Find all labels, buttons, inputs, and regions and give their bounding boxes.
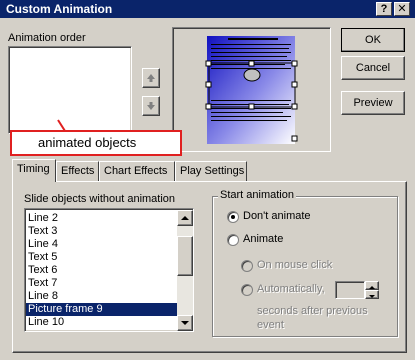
spin-up-button[interactable] bbox=[365, 281, 379, 290]
dont-animate-radio[interactable] bbox=[227, 211, 239, 223]
callout-text: animated objects bbox=[38, 135, 137, 150]
slide-objects-items: Line 2 Text 3 Line 4 Text 5 Text 6 Text 7 Line… bbox=[26, 212, 177, 329]
dont-animate-label: Don't animate bbox=[243, 210, 311, 222]
tab-chart-effects-label: Chart Effects bbox=[104, 165, 168, 177]
list-item[interactable]: Text 6 bbox=[26, 264, 177, 277]
animate-label: Animate bbox=[243, 233, 284, 245]
help-icon: ? bbox=[380, 3, 388, 15]
list-item[interactable]: Line 4 bbox=[26, 238, 177, 251]
arrow-down-icon bbox=[147, 102, 155, 110]
preview-label: Preview bbox=[353, 97, 393, 109]
list-item[interactable]: Line 10 bbox=[26, 316, 177, 329]
move-up-button[interactable] bbox=[142, 68, 160, 88]
scroll-thumb[interactable] bbox=[177, 236, 193, 276]
scroll-up-button[interactable] bbox=[177, 210, 193, 226]
tab-timing-label: Timing bbox=[17, 163, 50, 175]
tab-play-settings-label: Play Settings bbox=[180, 165, 245, 177]
help-button[interactable]: ? bbox=[376, 2, 392, 16]
event-label: event bbox=[257, 319, 284, 331]
list-item[interactable]: Text 7 bbox=[26, 277, 177, 290]
list-item[interactable]: Text 5 bbox=[26, 251, 177, 264]
list-scrollbar[interactable] bbox=[177, 210, 193, 331]
tab-play-settings[interactable]: Play Settings bbox=[175, 161, 247, 181]
list-item[interactable]: Line 2 bbox=[26, 212, 177, 225]
tab-effects[interactable]: Effects bbox=[56, 161, 99, 181]
scroll-down-button[interactable] bbox=[177, 315, 193, 331]
list-item[interactable]: Text 3 bbox=[26, 225, 177, 238]
seconds-after-label: seconds after previous bbox=[257, 305, 368, 317]
slide-objects-list[interactable]: Line 2 Text 3 Line 4 Text 5 Text 6 Text 7 Line… bbox=[24, 208, 194, 332]
seconds-spinner[interactable] bbox=[365, 281, 379, 299]
slide-thumbnail bbox=[205, 36, 298, 144]
spin-down-button[interactable] bbox=[365, 290, 379, 299]
slide-preview bbox=[172, 27, 331, 152]
ok-label: OK bbox=[365, 34, 381, 46]
start-animation-title: Start animation bbox=[218, 189, 296, 201]
close-icon: ✕ bbox=[397, 3, 407, 15]
automatically-radio[interactable] bbox=[241, 284, 253, 296]
cancel-label: Cancel bbox=[355, 62, 391, 74]
animated-objects-callout: animated objects bbox=[10, 130, 182, 156]
list-item[interactable]: Line 8 bbox=[26, 290, 177, 303]
tab-chart-effects[interactable]: Chart Effects bbox=[99, 161, 175, 181]
animation-order-label: Animation order bbox=[8, 32, 86, 44]
move-down-button[interactable] bbox=[142, 96, 160, 116]
seconds-input[interactable] bbox=[335, 281, 365, 299]
scroll-down-icon bbox=[181, 321, 189, 325]
preview-button[interactable]: Preview bbox=[341, 91, 405, 115]
window-title: Custom Animation bbox=[6, 2, 113, 16]
animate-radio[interactable] bbox=[227, 234, 239, 246]
close-button[interactable]: ✕ bbox=[394, 2, 410, 16]
on-mouse-click-radio[interactable] bbox=[241, 260, 253, 272]
cancel-button[interactable]: Cancel bbox=[341, 56, 405, 80]
slide-objects-label: Slide objects without animation bbox=[24, 193, 176, 205]
arrow-up-icon bbox=[147, 74, 155, 82]
tab-effects-label: Effects bbox=[61, 165, 95, 177]
automatically-label: Automatically, bbox=[257, 283, 325, 295]
list-item[interactable]: Picture frame 9 bbox=[26, 303, 177, 316]
ok-button[interactable]: OK bbox=[341, 28, 405, 52]
spin-down-icon bbox=[369, 295, 375, 298]
on-mouse-click-label: On mouse click bbox=[257, 259, 333, 271]
scroll-up-icon bbox=[181, 216, 189, 220]
tab-timing[interactable]: Timing bbox=[12, 159, 56, 182]
title-bar: Custom Animation bbox=[0, 0, 415, 18]
